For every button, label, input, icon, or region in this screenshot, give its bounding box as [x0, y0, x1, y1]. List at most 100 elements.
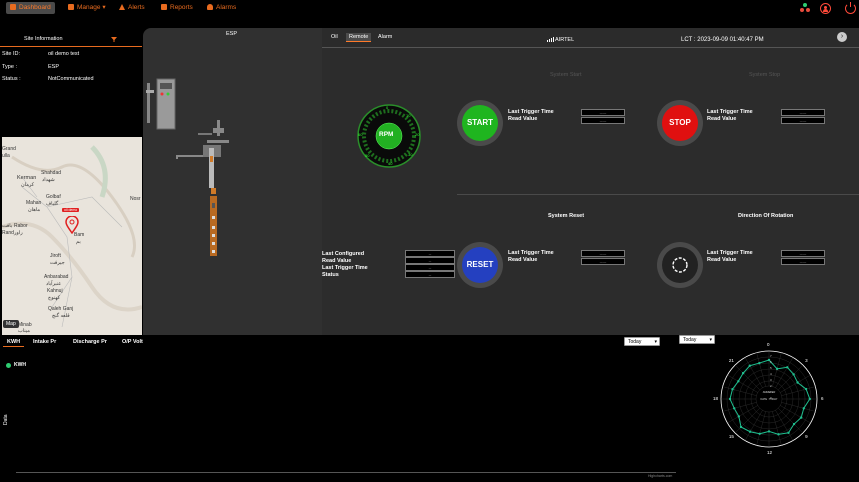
gauge-tick: 20	[415, 132, 420, 137]
nav-dashboard-label: Dashboard	[19, 4, 51, 11]
start-button[interactable]: START	[457, 100, 503, 146]
nav-alarms[interactable]: Alarms	[203, 2, 240, 14]
nav-reports[interactable]: Reports	[157, 2, 197, 14]
site-info-panel: Site Information Site ID: oil demo test …	[0, 30, 142, 130]
reset-last-configured-value: --	[405, 250, 455, 257]
map-city: گلباف	[46, 201, 59, 207]
polar-center-line1: AMMETER	[762, 391, 776, 394]
polar-point	[741, 371, 745, 375]
tab-op-volt[interactable]: O/P Volt	[122, 339, 143, 345]
direction-spinner	[662, 247, 698, 283]
map-city: میناب	[18, 328, 30, 334]
home-icon	[10, 4, 16, 11]
polar-radial-tick: 7	[770, 354, 772, 358]
top-nav: Dashboard Manage ▾ Alerts Reports Alarms	[0, 0, 859, 16]
rpm-label: RPM	[379, 131, 394, 138]
manage-icon	[68, 4, 74, 11]
esp-panel: ESP	[143, 28, 322, 335]
status-label: Status :	[2, 76, 21, 82]
map-pin-icon[interactable]	[65, 216, 79, 234]
chevron-down-icon: ▾	[654, 339, 657, 345]
polar-hour-label: 3	[805, 357, 808, 363]
reset-last-trigger-label: Last Trigger Time	[322, 265, 368, 271]
reset-button-label: RESET	[462, 247, 498, 283]
next-arrow-button[interactable]: ›	[837, 32, 847, 42]
type-value: ESP	[48, 64, 60, 70]
status-lights-icon[interactable]	[800, 3, 811, 14]
map-city: ماهان	[28, 207, 41, 213]
polar-radial-tick: 0	[770, 396, 772, 400]
gauge-tick: 0	[386, 105, 389, 110]
nav-alerts[interactable]: Alerts	[115, 2, 149, 14]
polar-point	[787, 431, 790, 434]
map-city: Jiroft	[50, 253, 61, 259]
nav-dashboard[interactable]: Dashboard	[6, 2, 55, 14]
filter-icon[interactable]	[111, 37, 117, 42]
gauge-tick: 40	[388, 161, 393, 166]
direction-button[interactable]	[657, 242, 703, 288]
map-city: Kahnuj	[47, 288, 63, 294]
reset-read-value: --	[405, 257, 455, 264]
map-city: Kerman	[17, 175, 37, 181]
dir-read-value: -----	[781, 258, 825, 265]
map-type-button[interactable]: Map	[3, 320, 19, 328]
site-id-label: Site ID:	[2, 51, 21, 57]
control-header: Oil Remote Alarm AIRTEL LCT : 2023-09-09…	[322, 28, 859, 48]
tab-alarm[interactable]: Alarm	[375, 33, 395, 41]
tab-discharge-pr[interactable]: Discharge Pr	[73, 339, 107, 345]
polar-radial-tick: 5	[770, 366, 772, 370]
warning-icon	[119, 4, 125, 11]
start-button-label: START	[462, 105, 498, 141]
reset-btn-read-value: -----	[581, 258, 625, 265]
nav-reports-label: Reports	[170, 4, 193, 11]
date-select-1[interactable]: Today ▾	[624, 337, 660, 346]
polar-point	[786, 366, 789, 369]
gauge-tick: 10	[406, 113, 411, 118]
map-marker-label: oil demo	[62, 208, 80, 212]
power-icon[interactable]	[845, 2, 856, 14]
status-value: NotCommunicated	[48, 76, 94, 82]
remote-control-panel: Oil Remote Alarm AIRTEL LCT : 2023-09-09…	[322, 28, 859, 335]
polar-point	[739, 425, 743, 429]
polar-hour-label: 21	[728, 357, 734, 363]
dir-read-value-label: Read Value	[707, 257, 737, 263]
date-select-1-value: Today	[628, 339, 642, 345]
site-map[interactable]: Grand ulla Kerman کرمان Shahdad شهداد Go…	[2, 137, 142, 335]
chevron-down-icon: ▾	[102, 4, 106, 11]
start-read-value-label: Read Value	[508, 116, 538, 122]
tab-kwh[interactable]: KWH	[7, 339, 20, 345]
dir-last-trigger-label: Last Trigger Time	[707, 250, 753, 256]
polar-point	[792, 373, 795, 376]
nav-alarms-label: Alarms	[216, 4, 237, 11]
reset-status-label: Status	[322, 272, 339, 278]
reset-button[interactable]: RESET	[457, 242, 503, 288]
legend-label[interactable]: KWH	[14, 362, 26, 368]
polar-point	[733, 407, 736, 410]
stop-button[interactable]: STOP	[657, 100, 703, 146]
date-select-2[interactable]: Today ▾	[679, 335, 715, 344]
polar-hour-label: 0	[767, 342, 770, 347]
esp-well-diagram	[146, 78, 229, 256]
map-city: Rabor	[14, 223, 28, 229]
highcharts-credit[interactable]: Highcharts.com	[648, 474, 672, 478]
tab-oil[interactable]: Oil	[328, 33, 341, 41]
reset-status-value: --	[405, 271, 455, 278]
map-city: عنبرآباد	[46, 281, 62, 287]
map-city: جیرفت	[50, 260, 65, 266]
type-label: Type :	[2, 64, 17, 70]
nav-manage[interactable]: Manage ▾	[64, 2, 110, 14]
polar-point	[737, 415, 741, 418]
polar-point	[731, 388, 734, 391]
system-stop-title: System Stop	[749, 72, 781, 78]
nav-alerts-label: Alerts	[128, 4, 145, 11]
map-city: ulla	[2, 153, 10, 159]
user-icon[interactable]	[820, 3, 831, 14]
map-city: راور	[14, 230, 23, 236]
tab-remote[interactable]: Remote	[346, 33, 372, 42]
map-city: شهداد	[42, 177, 55, 183]
map-city: کهنوج	[48, 295, 61, 301]
reset-btn-last-trigger-label: Last Trigger Time	[508, 250, 554, 256]
tab-intake-pr[interactable]: Intake Pr	[33, 339, 56, 345]
divider	[0, 46, 142, 47]
polar-point	[775, 367, 779, 371]
